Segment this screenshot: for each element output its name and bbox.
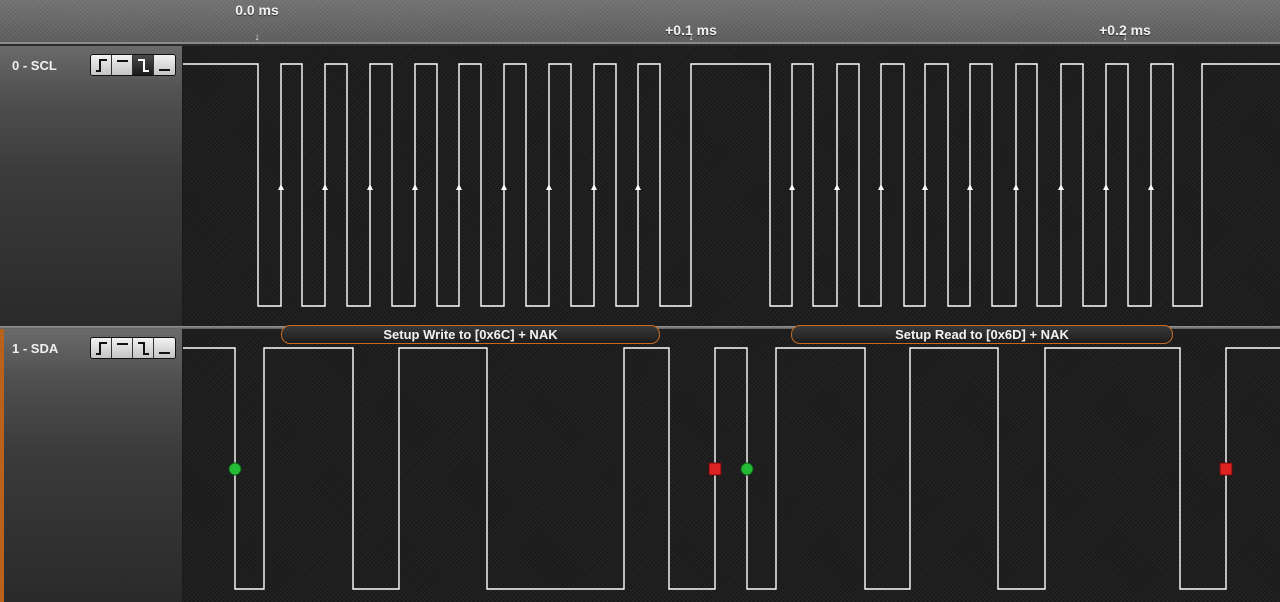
- falling-edge-icon: [137, 341, 149, 355]
- channel-label-panel[interactable]: 1 - SDA: [0, 329, 183, 602]
- clock-edge-marker: [1103, 184, 1109, 190]
- trigger-high-level-button[interactable]: [112, 338, 133, 358]
- protocol-frame-read[interactable]: Setup Read to [0x6D] + NAK: [791, 325, 1173, 344]
- clock-edge-marker: [1058, 184, 1064, 190]
- clock-edge-marker: [1148, 184, 1154, 190]
- channel-sda: 1 - SDA Setup Write to [0x6C] + NAK Setu…: [0, 325, 1280, 602]
- stop-condition-marker: [708, 462, 722, 476]
- trigger-low-level-button[interactable]: [154, 55, 175, 75]
- clock-edge-marker: [278, 184, 284, 190]
- trigger-high-level-button[interactable]: [112, 55, 133, 75]
- clock-edge-marker: [501, 184, 507, 190]
- falling-edge-icon: [137, 58, 149, 72]
- clock-edge-marker: [967, 184, 973, 190]
- channel-scl: 0 - SCL: [0, 46, 1280, 326]
- scl-signal-trace: [183, 63, 1280, 307]
- low-level-icon: [159, 68, 170, 71]
- channel-name: 1 - SDA: [12, 341, 59, 356]
- time-tick-0: ↓: [254, 32, 260, 43]
- rising-edge-icon: [95, 58, 107, 72]
- waveform-area-scl[interactable]: [183, 46, 1280, 326]
- high-level-icon: [116, 59, 128, 62]
- clock-edge-marker: [834, 184, 840, 190]
- clock-edge-marker: [456, 184, 462, 190]
- clock-edge-marker: [367, 184, 373, 190]
- high-level-icon: [116, 342, 128, 345]
- trigger-rising-edge-button[interactable]: [91, 55, 112, 75]
- clock-edge-marker: [922, 184, 928, 190]
- clock-edge-marker: [412, 184, 418, 190]
- low-level-icon: [159, 351, 170, 354]
- clock-edge-marker: [591, 184, 597, 190]
- logic-analyzer-window: 0.0 ms ↓ +0.1 ms ↓ +0.2 ms ↓ 0 - SCL 1 -…: [0, 0, 1280, 602]
- waveform-area-sda[interactable]: [183, 329, 1280, 602]
- time-tick-2: ↓: [1122, 32, 1128, 43]
- channel-label-panel[interactable]: 0 - SCL: [0, 46, 183, 326]
- rising-edge-icon: [95, 341, 107, 355]
- trigger-buttons: [90, 54, 176, 76]
- clock-edge-marker: [546, 184, 552, 190]
- clock-edge-marker: [878, 184, 884, 190]
- start-condition-marker: [740, 462, 754, 476]
- trigger-low-level-button[interactable]: [154, 338, 175, 358]
- frame-label: Setup Read to [0x6D] + NAK: [895, 327, 1069, 342]
- stop-condition-marker: [1219, 462, 1233, 476]
- clock-edge-marker: [1013, 184, 1019, 190]
- trigger-buttons: [90, 337, 176, 359]
- clock-edge-marker: [789, 184, 795, 190]
- frame-label: Setup Write to [0x6C] + NAK: [383, 327, 558, 342]
- trigger-falling-edge-button[interactable]: [133, 338, 154, 358]
- clock-edge-marker: [322, 184, 328, 190]
- start-condition-marker: [228, 462, 242, 476]
- time-label-0: 0.0 ms: [235, 2, 279, 18]
- scl-waveform: [183, 63, 1280, 307]
- sda-signal-trace: [183, 347, 1280, 590]
- channel-name: 0 - SCL: [12, 58, 57, 73]
- timeline-ruler[interactable]: 0.0 ms ↓ +0.1 ms ↓ +0.2 ms ↓: [0, 0, 1280, 44]
- trigger-falling-edge-button[interactable]: [133, 55, 154, 75]
- time-tick-1: ↓: [688, 32, 694, 43]
- clock-edge-marker: [635, 184, 641, 190]
- protocol-frame-write[interactable]: Setup Write to [0x6C] + NAK: [281, 325, 660, 344]
- sda-waveform: [183, 347, 1280, 590]
- trigger-rising-edge-button[interactable]: [91, 338, 112, 358]
